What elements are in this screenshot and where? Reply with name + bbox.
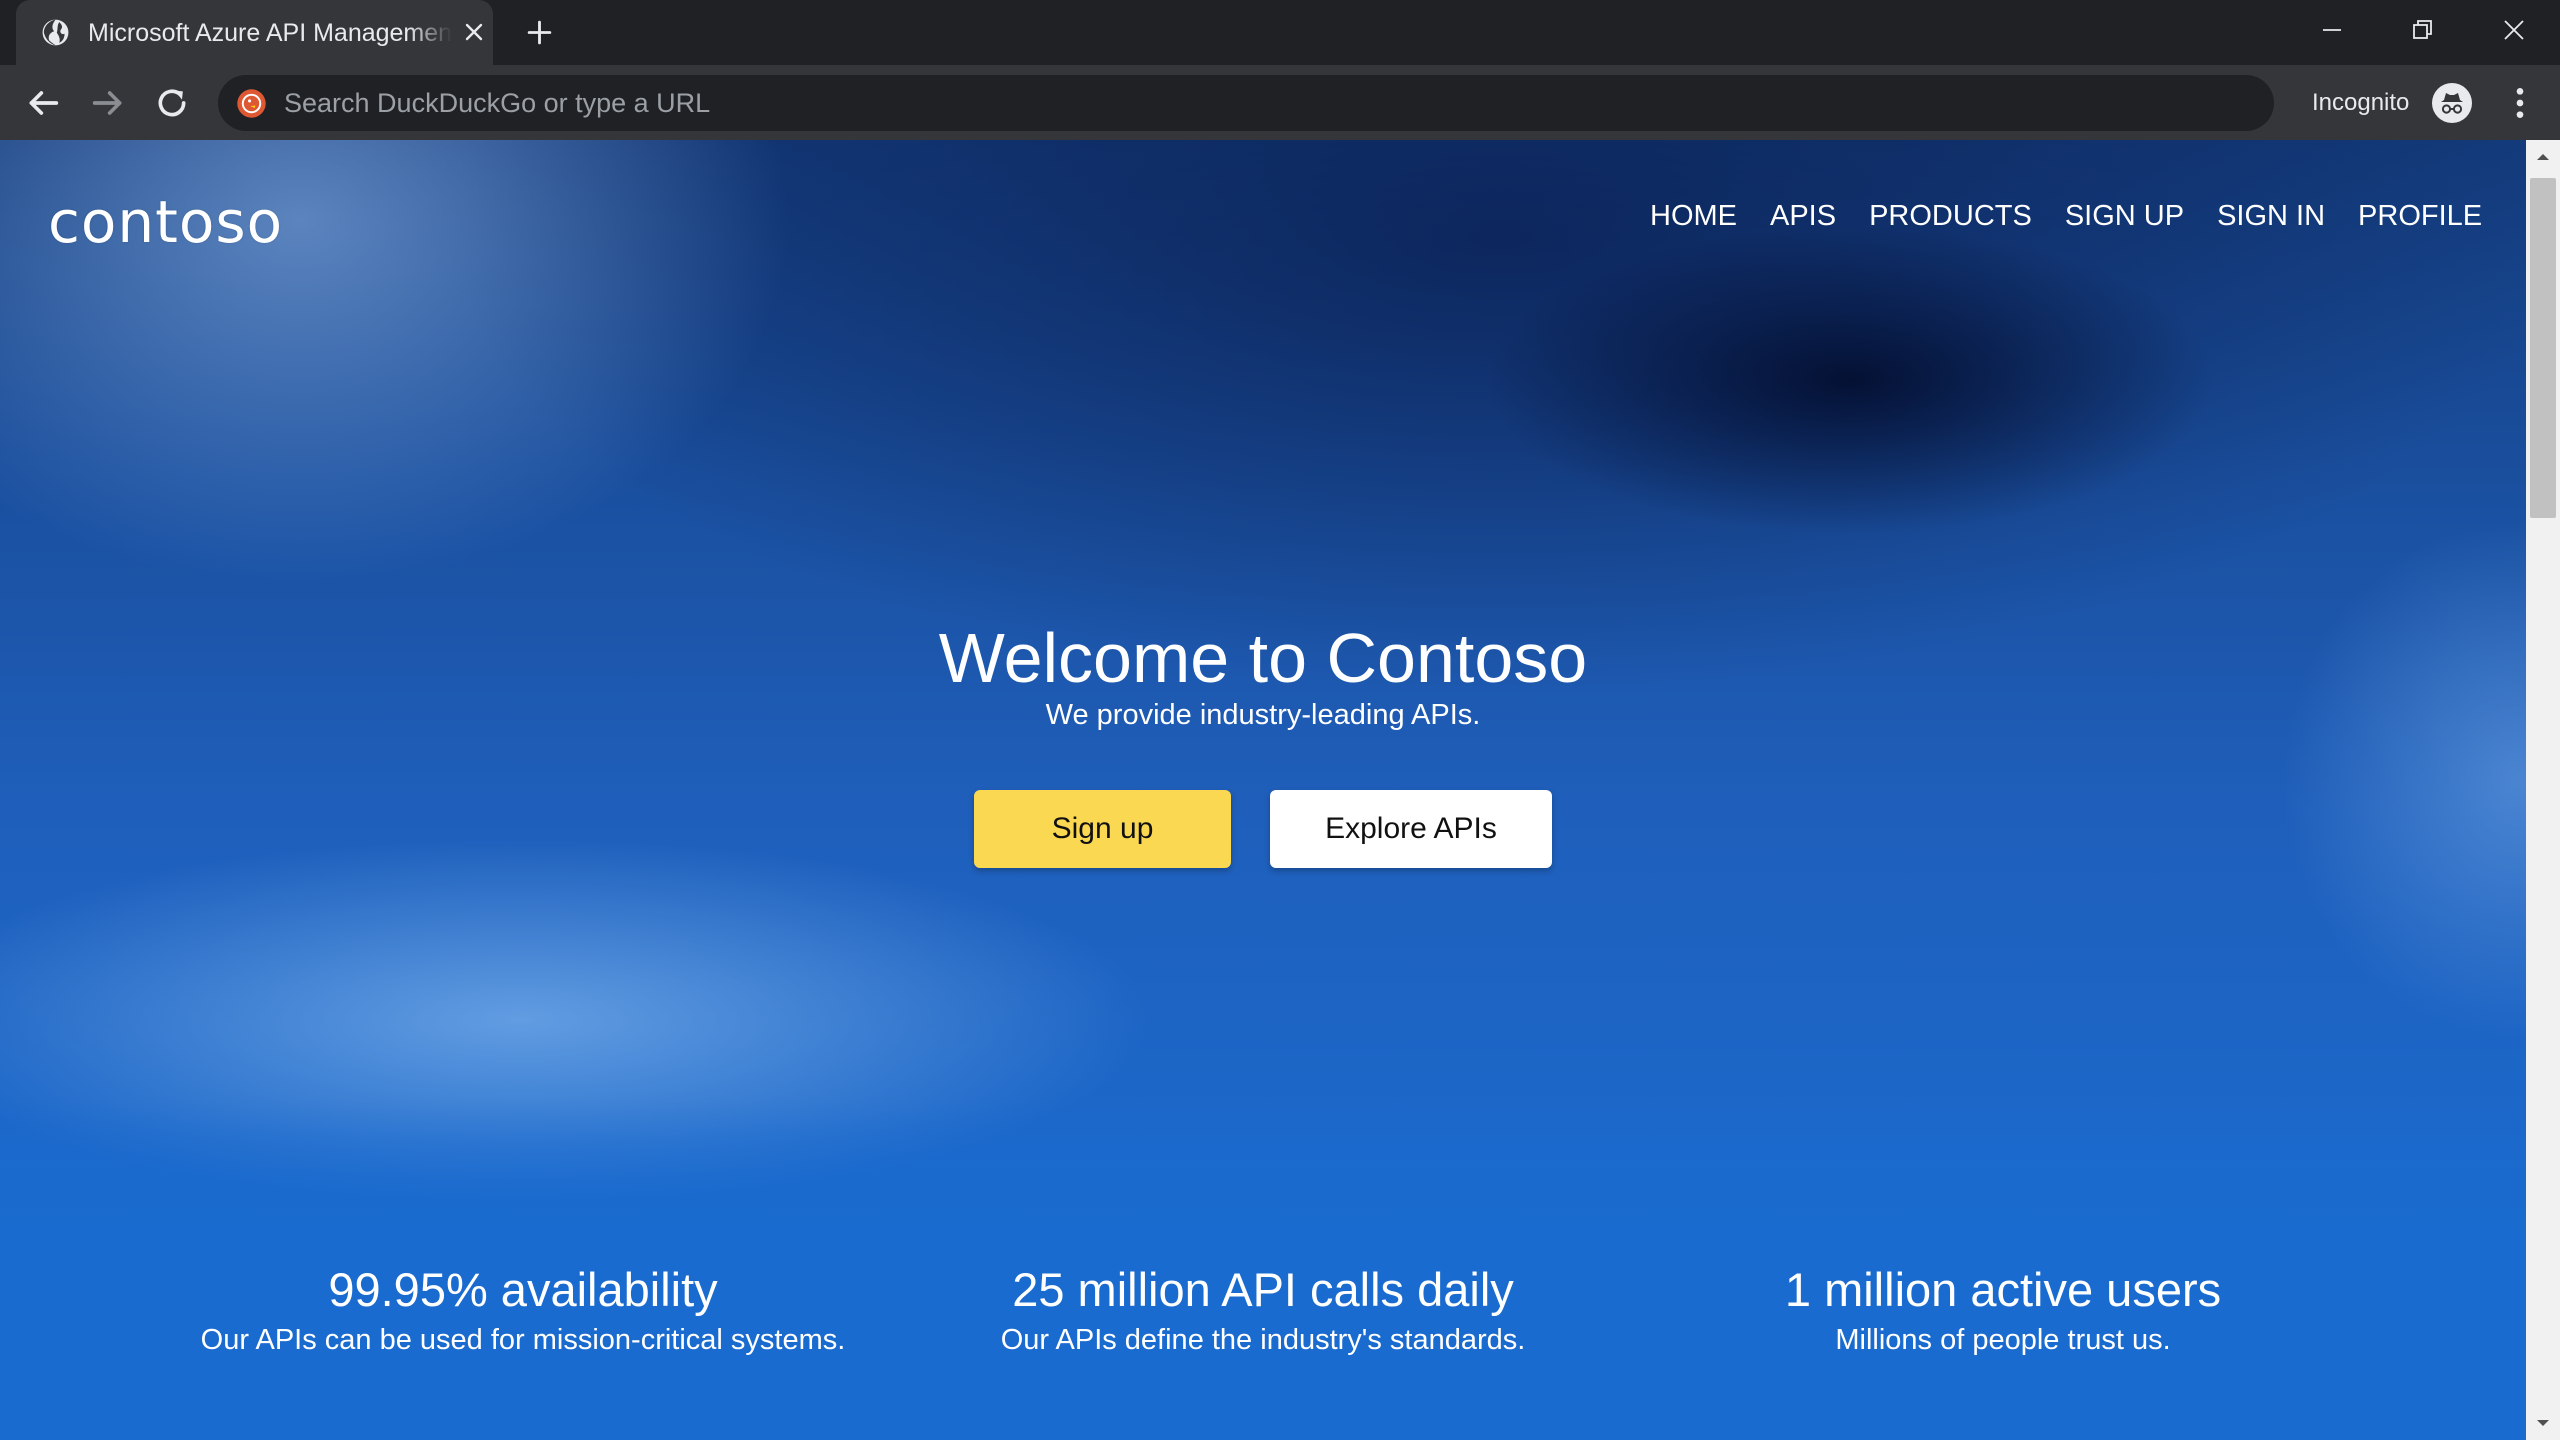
sign-up-button[interactable]: Sign up <box>974 790 1231 868</box>
hero-title: Welcome to Contoso <box>938 619 1588 697</box>
chevron-down-icon[interactable] <box>2526 1406 2560 1440</box>
nav-products[interactable]: PRODUCTS <box>1869 191 2032 241</box>
stat-api-calls: 25 million API calls daily Our APIs defi… <box>863 1260 1663 1360</box>
browser-tab[interactable]: Microsoft Azure API Management <box>16 0 493 65</box>
address-input[interactable] <box>284 75 2184 131</box>
nav-sign-in[interactable]: SIGN IN <box>2217 191 2325 241</box>
hero-fade <box>0 1100 2526 1260</box>
nav-apis[interactable]: APIS <box>1770 191 1836 241</box>
incognito-label: Incognito <box>2312 89 2410 116</box>
address-bar[interactable] <box>218 75 2274 131</box>
nav-home[interactable]: HOME <box>1650 191 1737 241</box>
browser-toolbar: Incognito <box>0 65 2560 140</box>
minimize-icon[interactable] <box>2310 10 2354 50</box>
restore-icon[interactable] <box>2400 10 2444 50</box>
stat-active-users: 1 million active users Millions of peopl… <box>1603 1260 2403 1360</box>
globe-icon <box>42 19 69 46</box>
stat-description: Our APIs can be used for mission-critica… <box>200 1324 846 1356</box>
plus-icon[interactable] <box>524 17 555 48</box>
stat-description: Our APIs define the industry's standards… <box>1000 1324 1526 1356</box>
forward-arrow-icon[interactable] <box>88 83 128 123</box>
nav-profile[interactable]: PROFILE <box>2358 191 2482 241</box>
back-arrow-icon[interactable] <box>23 83 63 123</box>
tab-title: Microsoft Azure API Management <box>88 19 452 47</box>
stat-description: Millions of people trust us. <box>1835 1324 2171 1356</box>
reload-icon[interactable] <box>152 83 192 123</box>
duckduckgo-icon <box>237 89 266 118</box>
explore-apis-button[interactable]: Explore APIs <box>1270 790 1552 868</box>
close-icon[interactable] <box>462 20 486 44</box>
nav-sign-up[interactable]: SIGN UP <box>2065 191 2184 241</box>
incognito-icon[interactable] <box>2430 81 2474 125</box>
stat-availability: 99.95% availability Our APIs can be used… <box>123 1260 923 1360</box>
scrollbar-thumb[interactable] <box>2530 178 2556 518</box>
stat-title: 25 million API calls daily <box>1012 1263 1514 1316</box>
site-logo[interactable]: contoso <box>48 182 283 262</box>
page-viewport: contoso HOME APIS PRODUCTS SIGN UP SIGN … <box>0 140 2526 1440</box>
vertical-scrollbar[interactable] <box>2526 140 2560 1440</box>
window-close-icon[interactable] <box>2492 10 2536 50</box>
chevron-up-icon[interactable] <box>2526 140 2560 174</box>
stat-title: 1 million active users <box>1784 1263 2222 1316</box>
kebab-menu-icon[interactable] <box>2500 83 2540 123</box>
site-nav: HOME APIS PRODUCTS SIGN UP SIGN IN PROFI… <box>1650 191 2482 241</box>
hero-subtitle: We provide industry-leading APIs. <box>1045 699 1481 731</box>
tab-strip: Microsoft Azure API Management <box>0 0 2560 65</box>
stat-title: 99.95% availability <box>328 1263 718 1316</box>
